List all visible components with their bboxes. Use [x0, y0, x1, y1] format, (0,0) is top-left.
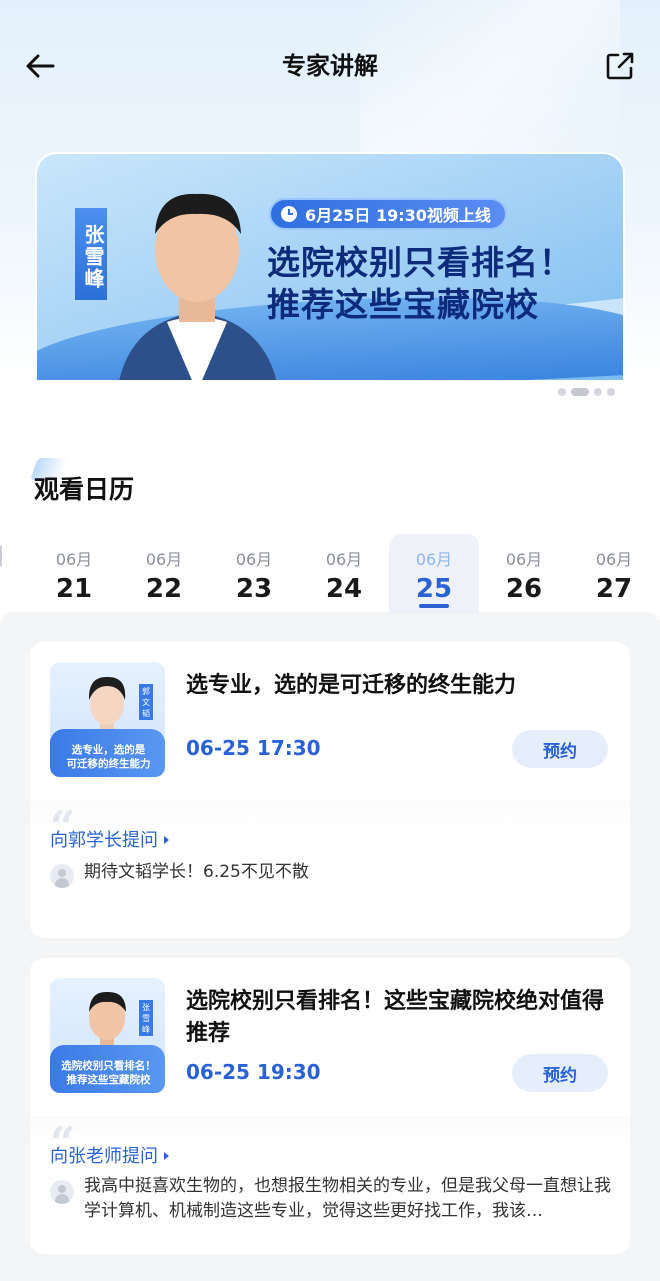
speaker-name-tag: 郭文韬 [139, 684, 153, 720]
session-card: 郭文韬 选专业，选的是 可迁移的终生能力 选专业，选的是可迁移的终生能力 06-… [30, 642, 630, 938]
banner-headline-line2: 推荐这些宝藏院校 [267, 285, 539, 324]
date-month: 06月 [55, 550, 93, 569]
date-month: 06月 [235, 550, 273, 569]
session-time: 06-25 17:30 [186, 736, 321, 760]
date-day: 25 [415, 574, 453, 604]
date-strip: 06月 21 06月 22 06月 23 06月 24 06月 25 06月 2… [0, 534, 660, 614]
date-cell[interactable]: 06月 27 [569, 534, 659, 614]
session-time: 06-25 19:30 [186, 1060, 321, 1084]
session-thumbnail[interactable]: 张雪峰 选院校别只看排名！ 推荐这些宝藏院校 [50, 978, 165, 1093]
carousel-indicator [558, 388, 615, 396]
session-thumbnail[interactable]: 郭文韬 选专业，选的是 可迁移的终生能力 [50, 662, 165, 777]
date-month: 06月 [415, 550, 453, 569]
date-cell[interactable]: 06月 24 [299, 534, 389, 614]
date-month: 06月 [595, 550, 633, 569]
thumbnail-caption: 选专业，选的是 可迁移的终生能力 [56, 743, 161, 771]
thumbnail-caption-line2: 推荐这些宝藏院校 [66, 1074, 151, 1086]
calendar-title: 观看日历 [34, 475, 135, 504]
page-title: 专家讲解 [282, 52, 378, 80]
ask-expert-link[interactable]: 向张老师提问 [50, 1142, 169, 1168]
session-title[interactable]: 选专业，选的是可迁移的终生能力 [186, 670, 606, 702]
thumbnail-caption-line2: 可迁移的终生能力 [66, 758, 151, 770]
thumbnail-caption: 选院校别只看排名！ 推荐这些宝藏院校 [56, 1059, 161, 1087]
date-cell[interactable]: 06月 26 [479, 534, 569, 614]
clock-icon [281, 206, 297, 222]
date-cell[interactable]: 06月 23 [209, 534, 299, 614]
carousel-dot[interactable] [607, 388, 615, 396]
expert-name-plate: 张雪峰 [75, 208, 107, 300]
question-text: 期待文韬学长！6.25不见不散 [84, 862, 309, 882]
date-cell-selected[interactable]: 06月 25 [389, 534, 479, 614]
date-day: 26 [505, 574, 543, 604]
carousel-dot[interactable] [594, 388, 602, 396]
card-divider [30, 800, 630, 828]
speaker-name-tag: 张雪峰 [139, 1000, 153, 1036]
selected-date-underline [419, 604, 449, 608]
carousel-dot-active[interactable] [571, 388, 589, 396]
date-month: 06月 [145, 550, 183, 569]
date-day: 23 [235, 574, 273, 604]
question-text: 我高中挺喜欢生物的，也想报生物相关的专业，但是我父母一直想让我学计算机、机械制造… [84, 1176, 611, 1221]
card-divider [30, 1116, 630, 1144]
reserve-button[interactable]: 预约 [512, 1054, 608, 1092]
date-month: 06月 [325, 550, 363, 569]
caret-right-icon [164, 836, 169, 844]
banner-headline: 选院校别只看排名！ 推荐这些宝藏院校 [267, 242, 573, 326]
thumbnail-caption-line1: 选专业，选的是 [71, 744, 146, 756]
thumbnail-caption-line1: 选院校别只看排名！ [61, 1060, 156, 1072]
date-day: 27 [595, 574, 633, 604]
reserve-button[interactable]: 预约 [512, 730, 608, 768]
date-cell[interactable]: 06月 21 [29, 534, 119, 614]
caret-right-icon [164, 1152, 169, 1160]
share-external-icon [606, 52, 634, 80]
share-button[interactable] [602, 48, 638, 84]
ask-expert-link[interactable]: 向郭学长提问 [50, 826, 169, 852]
carousel-dot[interactable] [558, 388, 566, 396]
session-title[interactable]: 选院校别只看排名！这些宝藏院校绝对值得推荐 [186, 986, 606, 1050]
ask-expert-label: 向郭学长提问 [50, 830, 158, 851]
date-day: 24 [325, 574, 363, 604]
avatar [50, 864, 74, 888]
promo-banner[interactable]: 张雪峰 6月25日 19:30视频上线 选院校别只看排名！ 推荐这些宝藏院校 [35, 152, 625, 382]
date-month: 06月 [505, 550, 543, 569]
date-day: 21 [55, 574, 93, 604]
banner-headline-line1: 选院校别只看排名！ [267, 243, 573, 282]
ask-expert-label: 向张老师提问 [50, 1146, 158, 1167]
session-card: 张雪峰 选院校别只看排名！ 推荐这些宝藏院校 选院校别只看排名！这些宝藏院校绝对… [30, 958, 630, 1254]
top-bar: 专家讲解 [0, 30, 660, 100]
date-cell[interactable]: 06月 22 [119, 534, 209, 614]
avatar [50, 1180, 74, 1204]
date-day: 22 [145, 574, 183, 604]
release-time-text: 6月25日 19:30视频上线 [305, 206, 491, 225]
release-time-badge: 6月25日 19:30视频上线 [269, 198, 507, 230]
